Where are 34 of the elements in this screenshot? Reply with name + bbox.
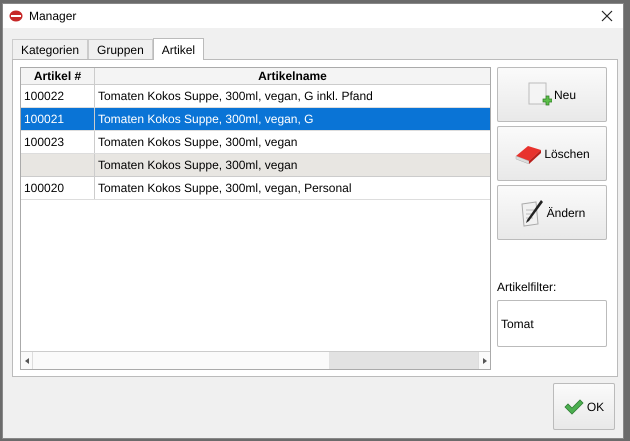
app-logo-icon [9, 10, 23, 22]
table-cell: 100021 [21, 108, 95, 130]
horizontal-scrollbar[interactable] [21, 351, 490, 369]
action-button[interactable]: Ändern [497, 185, 607, 240]
table-cell: 100022 [21, 85, 95, 107]
window-title: Manager [29, 8, 76, 25]
scroll-left-icon[interactable] [24, 358, 28, 364]
ok-button[interactable]: OK [553, 383, 615, 430]
table-cell: 100023 [21, 131, 95, 153]
column-header[interactable]: Artikel # [21, 68, 95, 84]
table-row[interactable]: 100022 Tomaten Kokos Suppe, 300ml, vegan, G inkl. Pfand [21, 85, 490, 108]
tab[interactable]: Kategorien [12, 39, 88, 59]
table-row[interactable]: Tomaten Kokos Suppe, 300ml, vegan [21, 154, 490, 177]
table-row[interactable]: 100021 Tomaten Kokos Suppe, 300ml, vegan, G [21, 108, 490, 131]
new-document-icon [528, 82, 552, 108]
close-icon[interactable] [601, 10, 613, 22]
scroll-right-icon[interactable] [482, 358, 486, 364]
filter-label: Artikelfilter: [497, 279, 558, 296]
table-cell-text: Tomaten Kokos Suppe, 300ml, vegan, Personal [97, 180, 352, 197]
table-row[interactable]: 100023 Tomaten Kokos Suppe, 300ml, vegan [21, 131, 490, 154]
action-button[interactable]: Neu [497, 67, 607, 122]
table-cell-text: Tomaten Kokos Suppe, 300ml, vegan [97, 157, 298, 174]
pencil-paper-icon [518, 198, 545, 226]
checkmark-icon [564, 398, 584, 414]
table-cell-text: Tomaten Kokos Suppe, 300ml, vegan, G inkl. Pfand [97, 88, 374, 105]
action-button[interactable]: Löschen [497, 126, 607, 181]
column-header[interactable]: Artikelname [95, 68, 490, 84]
tab[interactable]: Gruppen [88, 39, 153, 59]
table-cell-text: Tomaten Kokos Suppe, 300ml, vegan, G [97, 111, 314, 128]
table-row[interactable]: 100020 Tomaten Kokos Suppe, 300ml, vegan, Personal [21, 177, 490, 200]
filter-field[interactable]: Tomat [497, 300, 607, 347]
table-cell: 100020 [21, 177, 95, 199]
tab[interactable]: Artikel [152, 38, 204, 60]
table-cell-text: Tomaten Kokos Suppe, 300ml, vegan [97, 134, 298, 151]
